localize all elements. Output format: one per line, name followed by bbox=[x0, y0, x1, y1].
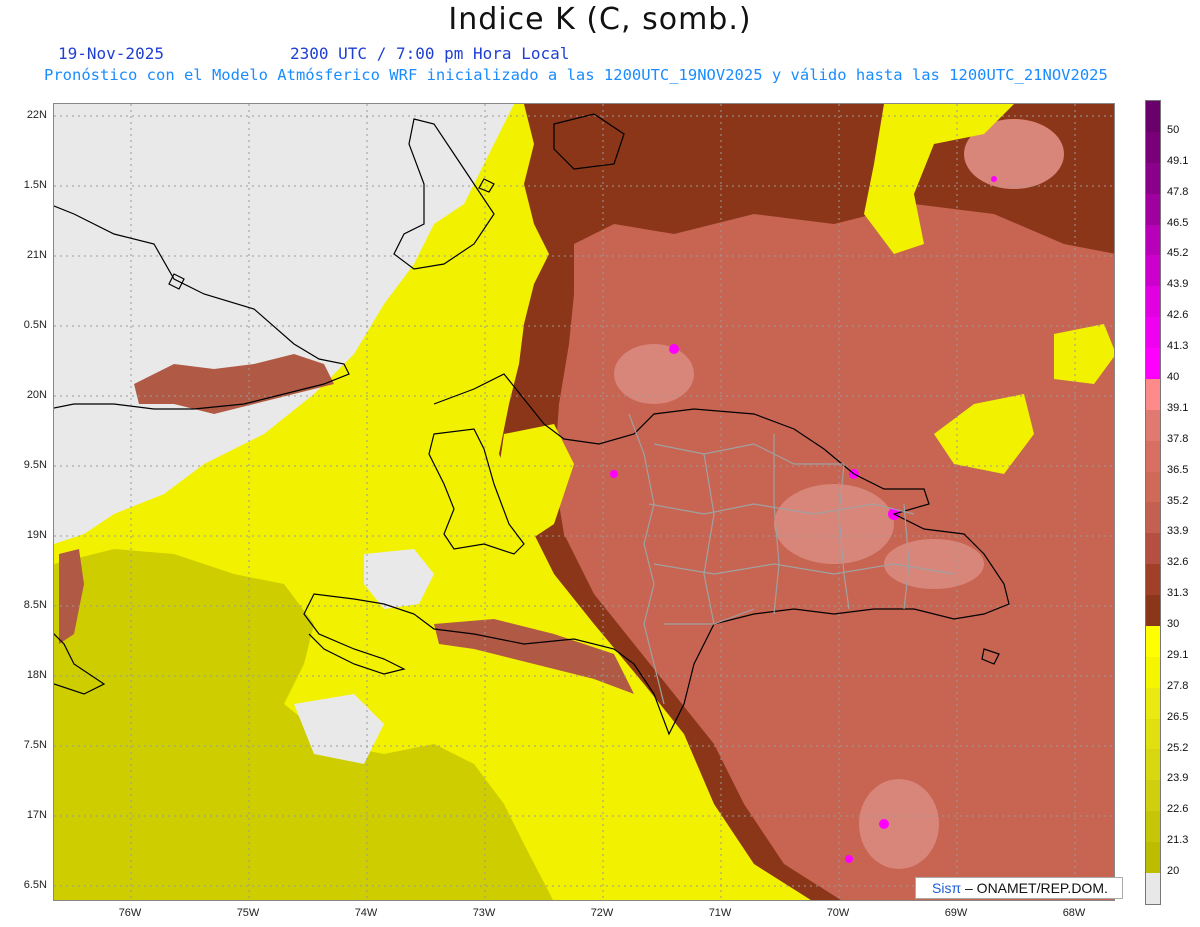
lon-label: 72W bbox=[590, 907, 614, 919]
pink-blotch bbox=[884, 539, 984, 589]
colorbar-segment bbox=[1146, 718, 1160, 750]
map-panel[interactable] bbox=[53, 103, 1115, 901]
colorbar-label: 27.8 bbox=[1167, 679, 1189, 692]
colorbar-label: 21.3 bbox=[1167, 834, 1189, 847]
lon-label: 73W bbox=[472, 907, 496, 919]
colorbar-label: 31.3 bbox=[1167, 587, 1189, 600]
lat-label: 21N bbox=[26, 249, 47, 261]
colorbar-segment bbox=[1146, 317, 1160, 348]
colorbar-label: 45.2 bbox=[1167, 247, 1189, 260]
lon-label: 71W bbox=[708, 907, 732, 919]
colorbar-segment bbox=[1146, 780, 1160, 812]
lon-label: 74W bbox=[354, 907, 378, 919]
lat-label: 22N bbox=[26, 109, 47, 121]
colorbar-label: 36.5 bbox=[1167, 463, 1189, 476]
colorbar-segment bbox=[1146, 564, 1160, 595]
magenta-spot bbox=[879, 819, 889, 829]
lon-label: 75W bbox=[236, 907, 260, 919]
lat-label: 0.5N bbox=[23, 319, 47, 331]
colorbar-label: 37.8 bbox=[1167, 432, 1189, 445]
lon-label: 76W bbox=[118, 907, 142, 919]
colorbar-segment bbox=[1146, 749, 1160, 781]
colorbar-label: 43.9 bbox=[1167, 278, 1189, 291]
colorbar-label: 32.6 bbox=[1167, 556, 1189, 569]
forecast-description: Pronóstico con el Modelo Atmósferico WRF… bbox=[44, 66, 1108, 84]
colorbar-label: 50 bbox=[1167, 123, 1180, 136]
lat-label: 7.5N bbox=[23, 739, 47, 751]
magenta-spot bbox=[991, 176, 997, 182]
colorbar-label: 46.5 bbox=[1167, 216, 1189, 229]
lat-label: 9.5N bbox=[23, 459, 47, 471]
clear-area-west bbox=[54, 404, 114, 484]
colorbar-label: 22.6 bbox=[1167, 803, 1189, 816]
colorbar-segment bbox=[1146, 625, 1160, 657]
pink-blotch bbox=[859, 779, 939, 869]
colorbar-segment bbox=[1146, 255, 1160, 287]
colorbar-segment bbox=[1146, 502, 1160, 534]
colorbar-segment bbox=[1146, 471, 1160, 503]
colorbar-label: 30 bbox=[1167, 618, 1180, 631]
colorbar-label: 47.8 bbox=[1167, 185, 1189, 198]
colorbar-segment bbox=[1146, 193, 1160, 225]
colorbar-segment bbox=[1146, 687, 1160, 719]
colorbar-label: 35.2 bbox=[1167, 494, 1189, 507]
colorbar-segment bbox=[1146, 595, 1160, 626]
colorbar-label: 39.1 bbox=[1167, 401, 1189, 414]
colorbar-segment bbox=[1146, 378, 1160, 410]
credit-text: – ONAMET/REP.DOM. bbox=[965, 880, 1108, 896]
lon-label: 70W bbox=[826, 907, 850, 919]
colorbar-segment bbox=[1146, 872, 1160, 904]
pink-blotch bbox=[774, 484, 894, 564]
forecast-time: 2300 UTC / 7:00 pm Hora Local bbox=[290, 44, 570, 63]
colorbar-label: 29.1 bbox=[1167, 648, 1189, 661]
colorbar-segment bbox=[1146, 440, 1160, 472]
colorbar-segment bbox=[1146, 348, 1160, 379]
colorbar-segment bbox=[1146, 224, 1160, 256]
colorbar-segment bbox=[1146, 131, 1160, 163]
colorbar-segment bbox=[1146, 533, 1160, 565]
map-title: Indice K (C, somb.) bbox=[448, 2, 752, 37]
colorbar-segment bbox=[1146, 656, 1160, 688]
colorbar-label: 41.3 bbox=[1167, 340, 1189, 353]
colorbar-label: 26.5 bbox=[1167, 710, 1189, 723]
lat-label: 8.5N bbox=[23, 599, 47, 611]
magenta-spot bbox=[669, 344, 679, 354]
colorbar-label: 23.9 bbox=[1167, 772, 1189, 785]
lat-label: 1.5N bbox=[23, 179, 47, 191]
lon-label: 69W bbox=[944, 907, 968, 919]
colorbar-label: 42.6 bbox=[1167, 309, 1189, 322]
colorbar bbox=[1145, 100, 1161, 905]
lat-label: 19N bbox=[26, 529, 47, 541]
lat-label: 17N bbox=[26, 809, 47, 821]
lon-label: 68W bbox=[1062, 907, 1086, 919]
magenta-spot bbox=[845, 855, 853, 863]
colorbar-label: 20 bbox=[1167, 865, 1180, 878]
forecast-date: 19-Nov-2025 bbox=[58, 44, 164, 63]
colorbar-segment bbox=[1146, 409, 1160, 441]
lat-label: 6.5N bbox=[23, 879, 47, 891]
colorbar-label: 49.1 bbox=[1167, 154, 1189, 167]
colorbar-segment bbox=[1146, 162, 1160, 194]
k-index-map bbox=[54, 104, 1114, 900]
pink-blotch bbox=[614, 344, 694, 404]
lat-label: 18N bbox=[26, 669, 47, 681]
credit-logo: Sisπ bbox=[932, 880, 962, 896]
colorbar-label: 33.9 bbox=[1167, 525, 1189, 538]
colorbar-label: 40 bbox=[1167, 370, 1180, 383]
credit-box: Sisπ – ONAMET/REP.DOM. bbox=[915, 877, 1123, 899]
magenta-spot bbox=[610, 470, 618, 478]
lat-label: 20N bbox=[26, 389, 47, 401]
colorbar-label: 25.2 bbox=[1167, 741, 1189, 754]
colorbar-segment bbox=[1146, 286, 1160, 318]
colorbar-segment bbox=[1146, 811, 1160, 842]
colorbar-segment bbox=[1146, 842, 1160, 873]
colorbar-segment bbox=[1146, 101, 1160, 132]
